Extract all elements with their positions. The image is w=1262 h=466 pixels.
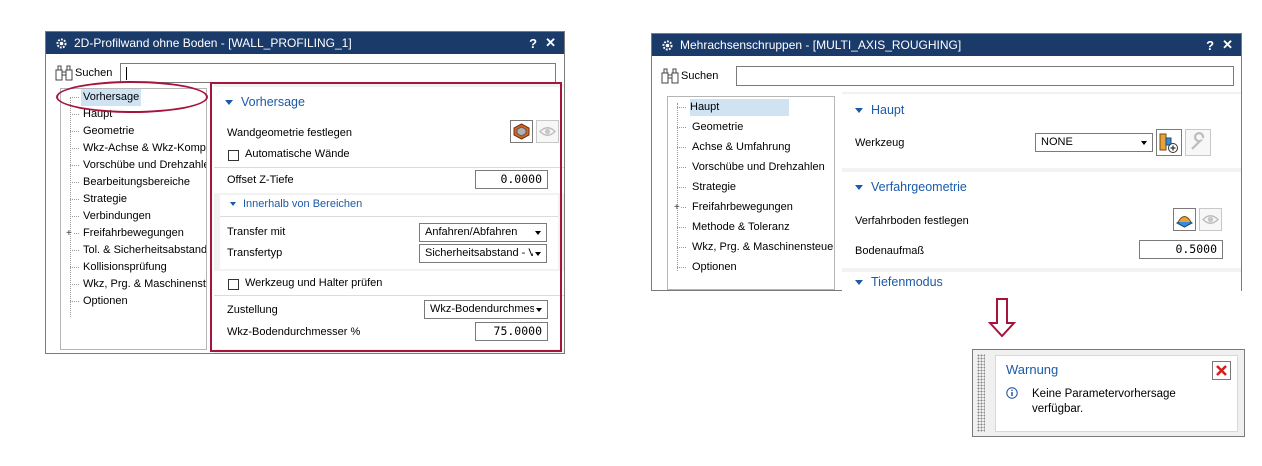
new-tool-icon: [1159, 133, 1178, 153]
dialog-multi-axis-roughing: Mehrachsenschruppen - [MULTI_AXIS_ROUGHI…: [651, 33, 1242, 291]
expand-icon[interactable]: +: [66, 225, 72, 242]
tree-item-freifahrbewegungen[interactable]: + Freifahrbewegungen: [668, 199, 834, 216]
tree-item-geometrie[interactable]: Geometrie: [61, 123, 206, 140]
show-floor-button[interactable]: [1199, 208, 1222, 231]
tree-item-freifahrbewegungen[interactable]: + Freifahrbewegungen: [61, 225, 206, 242]
tree-item-vorschuebe[interactable]: Vorschübe und Drehzahlen: [668, 159, 834, 176]
tree-item-geometrie[interactable]: Geometrie: [668, 119, 834, 136]
tool-label: Werkzeug: [855, 137, 905, 149]
navigation-tree: Haupt Geometrie Achse & Umfahrung Vorsch…: [667, 96, 835, 290]
floor-allowance-label: Bodenaufmaß: [855, 245, 925, 257]
tree-item-maschinensteuerung[interactable]: Wkz, Prg. & Maschinensteuerung: [668, 239, 834, 256]
gear-icon: [660, 38, 674, 52]
tree-item-vorschuebe[interactable]: Vorschübe und Drehzahlen: [61, 157, 206, 174]
tree-item-achse-umfahrung[interactable]: Achse & Umfahrung: [668, 139, 834, 156]
search-input[interactable]: [120, 63, 556, 83]
new-tool-button[interactable]: [1156, 129, 1182, 156]
warning-title: Warnung: [1006, 362, 1059, 377]
info-icon: [1006, 387, 1018, 399]
expand-icon[interactable]: +: [674, 199, 680, 216]
tree-item-methode-toleranz[interactable]: Methode & Toleranz: [668, 219, 834, 236]
collapse-icon: [855, 107, 863, 113]
search-label: Suchen: [75, 67, 113, 79]
dialog-title: 2D-Profilwand ohne Boden - [WALL_PROFILI…: [74, 36, 352, 50]
floor-geometry-label: Verfahrboden festlegen: [855, 215, 969, 227]
edit-tool-button[interactable]: [1185, 129, 1211, 156]
tree-item-strategie[interactable]: Strategie: [668, 179, 834, 196]
dialog-title: Mehrachsenschruppen - [MULTI_AXIS_ROUGHI…: [680, 38, 962, 52]
eye-icon: [1202, 215, 1219, 224]
collapse-icon: [855, 184, 863, 190]
warning-popup: Warnung Keine Parametervorhersage verfüg…: [972, 349, 1245, 437]
highlight-oval: [56, 81, 208, 113]
parameter-panel: Haupt Werkzeug NONE Verfahrgeometrie Ver…: [842, 92, 1241, 291]
section-tiefenmodus: Tiefenmodus: [842, 272, 1241, 291]
close-icon: [1216, 365, 1227, 376]
help-button[interactable]: ?: [1206, 38, 1214, 53]
gear-icon: [54, 36, 68, 50]
highlight-box: [210, 82, 562, 352]
floor-geometry-icon: [1175, 216, 1194, 228]
floor-allowance-input[interactable]: 0.5000: [1139, 240, 1223, 259]
dialog-titlebar[interactable]: Mehrachsenschruppen - [MULTI_AXIS_ROUGHI…: [652, 34, 1241, 56]
tree-item-wkz-achse[interactable]: Wkz-Achse & Wkz-Komp.: [61, 140, 206, 157]
warning-message: Keine Parametervorhersage verfügbar.: [1032, 388, 1176, 415]
tree-item-kollisionspruefung[interactable]: Kollisionsprüfung: [61, 259, 206, 276]
warning-content: Warnung Keine Parametervorhersage verfüg…: [995, 355, 1238, 432]
dialog-titlebar[interactable]: 2D-Profilwand ohne Boden - [WALL_PROFILI…: [46, 32, 564, 54]
binoculars-icon: [661, 68, 679, 84]
tree-item-strategie[interactable]: Strategie: [61, 191, 206, 208]
navigation-tree: Vorhersage Haupt Geometrie Wkz-Achse & W…: [60, 88, 207, 350]
collapse-icon: [855, 279, 863, 285]
search-label: Suchen: [681, 70, 719, 82]
search-row: Suchen: [652, 65, 1241, 87]
section-verfahrgeometrie: Verfahrgeometrie Verfahrboden festlegen …: [842, 172, 1241, 268]
tree-item-toleranz[interactable]: Tol. & Sicherheitsabstand: [61, 242, 206, 259]
wrench-icon: [1191, 132, 1205, 150]
close-button[interactable]: ✕: [545, 35, 556, 51]
close-warning-button[interactable]: [1212, 361, 1231, 380]
section-header-haupt[interactable]: Haupt: [855, 103, 904, 117]
chevron-down-icon: [1141, 141, 1147, 145]
tree-item-haupt[interactable]: Haupt: [668, 99, 834, 116]
close-button[interactable]: ✕: [1222, 37, 1233, 53]
select-floor-button[interactable]: [1173, 208, 1196, 231]
tree-item-bearbeitungsbereiche[interactable]: Bearbeitungsbereiche: [61, 174, 206, 191]
tree-item-maschinensteuerung[interactable]: Wkz, Prg. & Maschinensteuerung: [61, 276, 206, 293]
drag-handle[interactable]: [977, 354, 985, 432]
search-input[interactable]: [736, 66, 1234, 86]
help-button[interactable]: ?: [529, 36, 537, 51]
tree-item-optionen[interactable]: Optionen: [61, 293, 206, 310]
tree-item-optionen[interactable]: Optionen: [668, 259, 834, 276]
section-haupt: Haupt Werkzeug NONE: [842, 94, 1241, 168]
section-header-verfahrgeometrie[interactable]: Verfahrgeometrie: [855, 180, 967, 194]
tool-select[interactable]: NONE: [1035, 133, 1153, 152]
binoculars-icon: [55, 65, 73, 81]
section-header-tiefenmodus[interactable]: Tiefenmodus: [855, 275, 943, 289]
down-arrow-icon: [988, 298, 1016, 338]
tree-item-verbindungen[interactable]: Verbindungen: [61, 208, 206, 225]
